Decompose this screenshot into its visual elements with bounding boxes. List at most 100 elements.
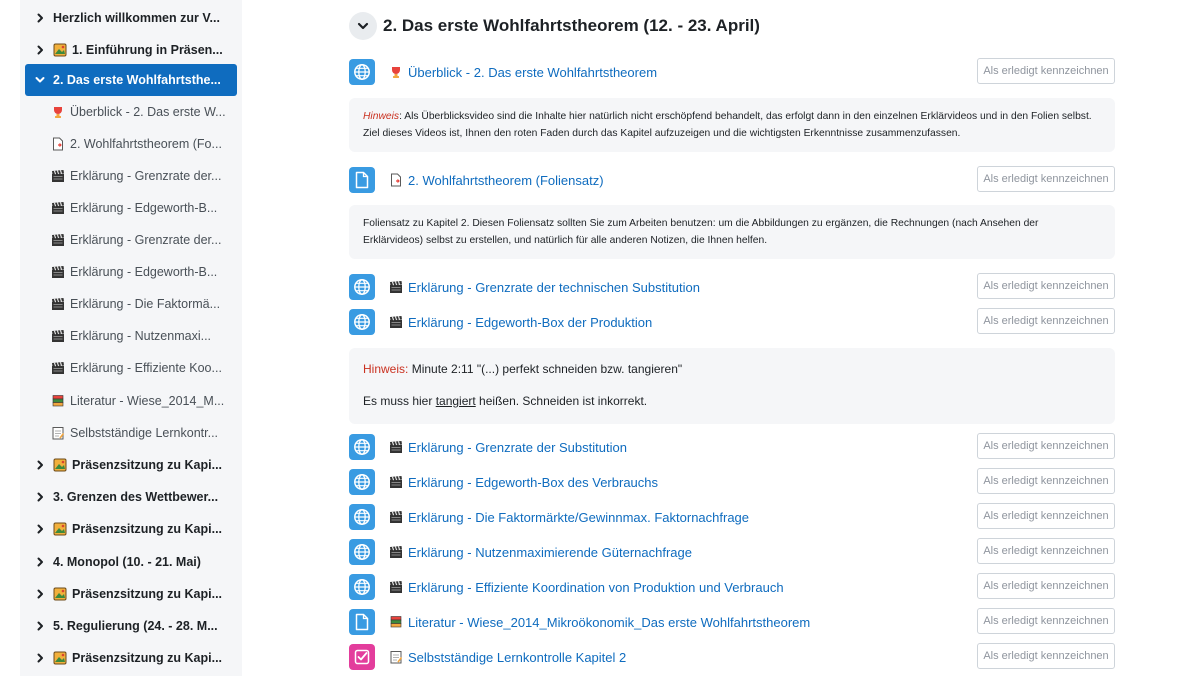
sidebar-activity-item[interactable]: Erklärung - Nutzenmaxi... (25, 321, 237, 351)
globe-icon[interactable] (349, 309, 375, 335)
chevron-right-icon[interactable] (33, 524, 47, 534)
mark-as-done-button[interactable]: Als erledigt kennzeichnen (977, 573, 1115, 599)
activity-row: Erklärung - Grenzrate der technischen Su… (349, 273, 1115, 301)
sidebar-activity-item[interactable]: 2. Wohlfahrtstheorem (Fo... (25, 129, 237, 159)
activity-link[interactable]: Literatur - Wiese_2014_Mikroökonomik_Das… (408, 615, 810, 630)
mark-as-done-button[interactable]: Als erledigt kennzeichnen (977, 608, 1115, 634)
sidebar-activity-item[interactable]: Erklärung - Effiziente Koo... (25, 353, 237, 383)
activity-row: Erklärung - Die Faktormärkte/Gewinnmax. … (349, 503, 1115, 531)
sidebar-section-item[interactable]: Präsenzsitzung zu Kapi... (25, 643, 237, 673)
sidebar-item-label: Präsenzsitzung zu Kapi... (72, 587, 223, 601)
section-collapse-toggle[interactable] (349, 12, 377, 40)
sidebar-item-label: Erklärung - Effiziente Koo... (70, 361, 222, 375)
chevron-down-icon[interactable] (33, 75, 47, 85)
mark-as-done-button[interactable]: Als erledigt kennzeichnen (977, 538, 1115, 564)
hint-label: Hinweis: (363, 362, 409, 376)
activity-description: Hinweis: Minute 2:11 "(...) perfekt schn… (349, 348, 1115, 424)
globe-icon[interactable] (349, 504, 375, 530)
sidebar-activity-item[interactable]: Selbstständige Lernkontr... (25, 418, 237, 448)
clapper-icon (389, 280, 403, 294)
activity-link[interactable]: Erklärung - Grenzrate der technischen Su… (408, 280, 700, 295)
sidebar-activity-item[interactable]: Erklärung - Grenzrate der... (25, 225, 237, 255)
sidebar-item-label: Präsenzsitzung zu Kapi... (72, 651, 223, 665)
globe-icon[interactable] (349, 469, 375, 495)
chevron-right-icon[interactable] (33, 557, 47, 567)
globe-icon[interactable] (349, 539, 375, 565)
activity-link[interactable]: Überblick - 2. Das erste Wohlfahrtstheor… (408, 65, 657, 80)
mark-as-done-button[interactable]: Als erledigt kennzeichnen (977, 58, 1115, 84)
chevron-right-icon[interactable] (33, 653, 47, 663)
sidebar-item-label: Erklärung - Die Faktormä... (70, 297, 221, 311)
activity-link[interactable]: Selbstständige Lernkontrolle Kapitel 2 (408, 650, 626, 665)
mark-as-done-button[interactable]: Als erledigt kennzeichnen (977, 503, 1115, 529)
clapper-icon (389, 475, 403, 489)
picture-icon (53, 43, 67, 57)
activity-link[interactable]: Erklärung - Nutzenmaximierende Güternach… (408, 545, 692, 560)
clapper-icon (51, 297, 65, 311)
section-title: 2. Das erste Wohlfahrtstheorem (12. - 23… (383, 16, 760, 35)
sidebar-item-label: Literatur - Wiese_2014_M... (70, 394, 225, 408)
clapper-icon (51, 233, 65, 247)
activity-link[interactable]: Erklärung - Edgeworth-Box des Verbrauchs (408, 475, 658, 490)
clapper-icon (389, 440, 403, 454)
chevron-right-icon[interactable] (33, 45, 47, 55)
chevron-right-icon[interactable] (33, 589, 47, 599)
quiz-icon[interactable] (349, 644, 375, 670)
chevron-right-icon[interactable] (33, 460, 47, 470)
mark-as-done-button[interactable]: Als erledigt kennzeichnen (977, 468, 1115, 494)
mark-as-done-button[interactable]: Als erledigt kennzeichnen (977, 273, 1115, 299)
correction-text: heißen. Schneiden ist inkorrekt. (475, 394, 648, 408)
activity-link[interactable]: Erklärung - Edgeworth-Box der Produktion (408, 315, 652, 330)
mark-as-done-button[interactable]: Als erledigt kennzeichnen (977, 166, 1115, 192)
globe-icon[interactable] (349, 59, 375, 85)
correction-text: Es muss hier (363, 394, 436, 408)
globe-icon[interactable] (349, 434, 375, 460)
sidebar-section-item[interactable]: 4. Monopol (10. - 21. Mai) (25, 547, 237, 577)
description-text: Foliensatz zu Kapitel 2. Diesen Foliensa… (363, 218, 1039, 246)
sidebar-activity-item[interactable]: Erklärung - Grenzrate der... (25, 161, 237, 191)
sidebar-activity-item[interactable]: Erklärung - Die Faktormä... (25, 289, 237, 319)
activity-description: Foliensatz zu Kapitel 2. Diesen Foliensa… (349, 205, 1115, 259)
hint-line: Hinweis: Minute 2:11 "(...) perfekt schn… (363, 360, 1101, 378)
globe-icon[interactable] (349, 574, 375, 600)
activity-link[interactable]: Erklärung - Die Faktormärkte/Gewinnmax. … (408, 510, 749, 525)
course-section-content: 2. Das erste Wohlfahrtstheorem (12. - 23… (345, 0, 1125, 676)
picture-icon (53, 651, 67, 665)
sidebar-item-label: 3. Grenzen des Wettbewer... (53, 490, 219, 504)
sidebar-activity-item[interactable]: Literatur - Wiese_2014_M... (25, 386, 237, 416)
clapper-icon (51, 201, 65, 215)
mark-as-done-button[interactable]: Als erledigt kennzeichnen (977, 643, 1115, 669)
sidebar-section-item[interactable]: 2. Das erste Wohlfahrtsthe... (25, 64, 237, 96)
sidebar-item-label: Erklärung - Grenzrate der... (70, 169, 222, 183)
activity-row: Erklärung - Nutzenmaximierende Güternach… (349, 538, 1115, 566)
sidebar-section-item[interactable]: Präsenzsitzung zu Kapi... (25, 579, 237, 609)
sidebar-item-label: Präsenzsitzung zu Kapi... (72, 522, 223, 536)
activity-link[interactable]: Erklärung - Grenzrate der Substitution (408, 440, 627, 455)
notepad-icon (389, 650, 403, 664)
sidebar-item-label: 2. Wohlfahrtstheorem (Fo... (70, 137, 222, 151)
chevron-right-icon[interactable] (33, 492, 47, 502)
activity-link[interactable]: 2. Wohlfahrtstheorem (Foliensatz) (408, 173, 604, 188)
sidebar-activity-item[interactable]: Erklärung - Edgeworth-B... (25, 257, 237, 287)
sidebar-section-item[interactable]: 3. Grenzen des Wettbewer... (25, 482, 237, 512)
mark-as-done-button[interactable]: Als erledigt kennzeichnen (977, 433, 1115, 459)
activity-row: Erklärung - Grenzrate der Substitution Al… (349, 433, 1115, 461)
mark-as-done-button[interactable]: Als erledigt kennzeichnen (977, 308, 1115, 334)
sidebar-section-item[interactable]: 1. Einführung in Präsen... (25, 35, 237, 65)
clapper-icon (389, 545, 403, 559)
sidebar-activity-item[interactable]: Erklärung - Edgeworth-B... (25, 193, 237, 223)
sidebar-item-label: 2. Das erste Wohlfahrtsthe... (53, 73, 221, 87)
activity-link[interactable]: Erklärung - Effiziente Koordination von … (408, 580, 784, 595)
document-icon (51, 137, 65, 151)
sidebar-section-item[interactable]: Herzlich willkommen zur V... (25, 3, 237, 33)
sidebar-activity-item[interactable]: Überblick - 2. Das erste W... (25, 97, 237, 127)
globe-icon[interactable] (349, 274, 375, 300)
file-icon[interactable] (349, 167, 375, 193)
chevron-right-icon[interactable] (33, 13, 47, 23)
clapper-icon (389, 510, 403, 524)
sidebar-section-item[interactable]: Präsenzsitzung zu Kapi... (25, 514, 237, 544)
sidebar-section-item[interactable]: Präsenzsitzung zu Kapi... (25, 450, 237, 480)
chevron-right-icon[interactable] (33, 621, 47, 631)
file-icon[interactable] (349, 609, 375, 635)
sidebar-section-item[interactable]: 5. Regulierung (24. - 28. M... (25, 611, 237, 641)
